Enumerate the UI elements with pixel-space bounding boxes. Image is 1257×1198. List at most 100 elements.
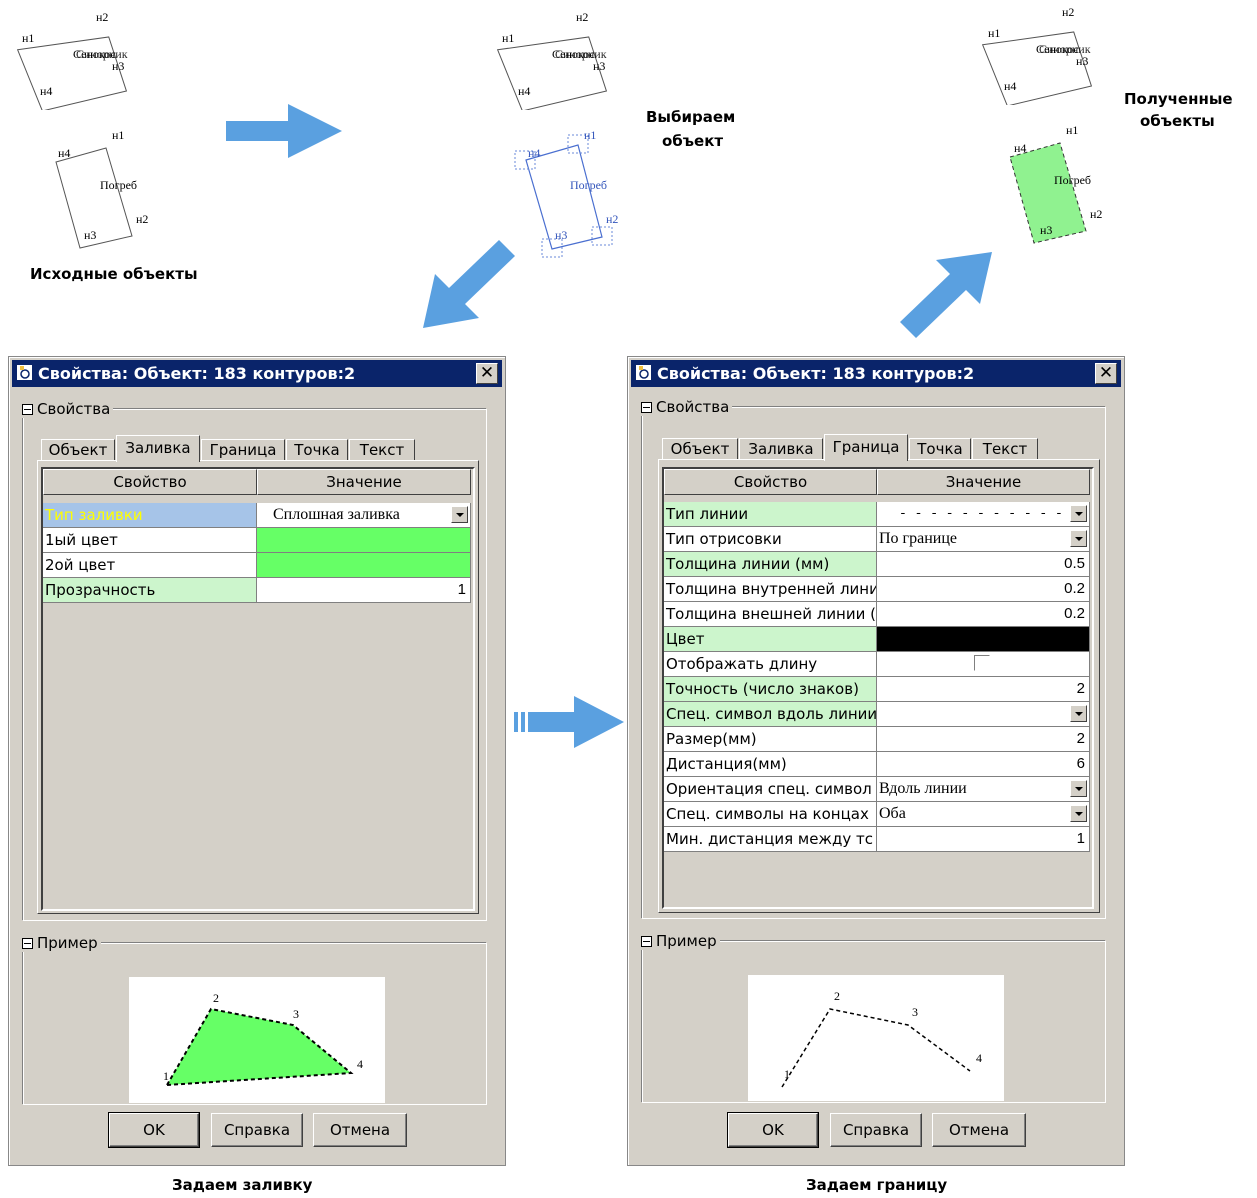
result-cellar-n1: н1 [1066,123,1079,137]
tab-object[interactable]: Объект [662,438,738,460]
prop-name-fill-type[interactable]: Тип заливки [43,503,257,528]
prop-value-end-symbols[interactable]: Оба [877,802,1090,827]
prop-name-color2[interactable]: 2ой цвет [43,553,257,578]
prop-value-line-type[interactable]: - - - - - - - - - - - - [877,502,1090,527]
select-barn-shape [496,36,608,110]
border-example-group-header[interactable]: Пример [641,932,720,950]
prop-value-transparency[interactable]: 1 [257,578,471,603]
prop-name-inner-width[interactable]: Толщина внутренней лини [664,577,877,602]
help-button[interactable]: Справка [211,1113,303,1147]
dropdown-arrow-icon[interactable] [1070,780,1087,797]
prop-value-symbol-orientation[interactable]: Вдоль линии [877,777,1090,802]
prop-value-draw-type[interactable]: По границе [877,527,1090,552]
dropdown-arrow-icon[interactable] [1070,705,1087,722]
arrow-down-left-icon [423,240,515,328]
arrow-right-middle-icon [514,696,624,748]
prop-value-show-length [877,652,1090,677]
collapse-icon[interactable] [22,404,33,415]
prop-name-draw-type[interactable]: Тип отрисовки [664,527,877,552]
fill-dialog-titlebar[interactable]: Свойства: Объект: 183 контуров:2 ✕ [12,360,502,387]
prop-value-special-symbol[interactable] [877,702,1090,727]
tab-fill[interactable]: Заливка [116,435,200,462]
fill-dialog-close-button[interactable]: ✕ [476,363,498,384]
collapse-icon[interactable] [641,402,652,413]
source-cellar-n1: н1 [112,128,125,142]
collapse-icon[interactable] [641,936,652,947]
select-caption-line1: Выбираем [646,108,736,126]
tab-point[interactable]: Точка [286,439,348,461]
prop-name-line-width[interactable]: Толщина линии (мм) [664,552,877,577]
prop-name-precision[interactable]: Точность (число знаков) [664,677,877,702]
prop-value-color-swatch[interactable] [877,627,1090,652]
select-caption-line2: объект [662,132,724,150]
prop-value-min-distance[interactable]: 1 [877,827,1090,852]
dropdown-arrow-icon[interactable] [1070,805,1087,822]
result-cellar-name: Погреб [1054,173,1092,187]
prop-name-symbol-orientation[interactable]: Ориентация спец. символ [664,777,877,802]
border-props-group-header[interactable]: Свойства [641,398,733,416]
col-header-property[interactable]: Свойство [43,469,257,495]
select-barn-n3: н3 [593,59,606,73]
col-header-value[interactable]: Значение [257,469,471,495]
prop-name-min-distance[interactable]: Мин. дистанция между тс [664,827,877,852]
select-barn-n4: н4 [518,84,531,98]
help-button[interactable]: Справка [830,1113,922,1147]
prop-value-line-width[interactable]: 0.5 [877,552,1090,577]
prop-value-color2-swatch[interactable] [257,553,471,578]
dropdown-arrow-icon[interactable] [1070,505,1087,522]
prop-value-inner-width[interactable]: 0.2 [877,577,1090,602]
source-barn-n3: н3 [112,59,125,73]
properties-icon [636,365,651,380]
show-length-checkbox[interactable] [974,655,990,671]
tab-border[interactable]: Граница [201,439,285,461]
source-cellar-n3: н3 [84,228,97,242]
dropdown-arrow-icon[interactable] [451,506,468,523]
col-header-value[interactable]: Значение [877,469,1090,495]
result-barn-n1: н1 [988,26,1001,40]
collapse-icon[interactable] [22,938,33,949]
prop-value-color1-swatch[interactable] [257,528,471,553]
tab-border[interactable]: Граница [824,434,908,461]
border-dialog-close-button[interactable]: ✕ [1095,363,1117,384]
col-header-property[interactable]: Свойство [664,469,877,495]
prop-value-distance[interactable]: 6 [877,752,1090,777]
prop-name-end-symbols[interactable]: Спец. символы на концах [664,802,877,827]
prop-name-special-symbol[interactable]: Спец. символ вдоль линии [664,702,877,727]
tab-text[interactable]: Текст [349,439,415,461]
select-cellar-n3: н3 [555,228,568,242]
dropdown-arrow-icon[interactable] [1070,530,1087,547]
prop-value-precision[interactable]: 2 [877,677,1090,702]
ok-button[interactable]: OK [108,1112,200,1148]
fill-dialog-caption: Задаем заливку [172,1176,313,1194]
source-cellar-name: Погреб [100,178,138,192]
prop-name-distance[interactable]: Дистанция(мм) [664,752,877,777]
prop-name-transparency[interactable]: Прозрачность [43,578,257,603]
tab-object[interactable]: Объект [41,439,115,461]
prop-name-outer-width[interactable]: Толщина внешней линии ( [664,602,877,627]
source-barn-shape [16,36,128,110]
tab-text[interactable]: Текст [972,438,1038,460]
prop-value-fill-type[interactable]: Сплошная заливка [257,503,471,528]
cancel-button[interactable]: Отмена [313,1113,407,1147]
prop-value-size[interactable]: 2 [877,727,1090,752]
prop-name-color1[interactable]: 1ый цвет [43,528,257,553]
preview-point-2: 2 [834,989,840,1003]
fill-preview: 1 2 3 4 [129,977,385,1103]
tab-point[interactable]: Точка [909,438,971,460]
prop-name-size[interactable]: Размер(мм) [664,727,877,752]
fill-props-group-header[interactable]: Свойства [22,400,114,418]
preview-point-1: 1 [163,1069,169,1083]
fill-example-group-header[interactable]: Пример [22,934,101,952]
tab-fill[interactable]: Заливка [739,438,823,460]
ok-button[interactable]: OK [727,1112,819,1148]
prop-name-color[interactable]: Цвет [664,627,877,652]
prop-name-show-length[interactable]: Отображать длину [664,652,877,677]
arrow-right-top-icon [226,104,342,158]
fill-preview-shape [165,1007,354,1087]
preview-point-4: 4 [976,1051,982,1065]
prop-value-outer-width[interactable]: 0.2 [877,602,1090,627]
cancel-button[interactable]: Отмена [932,1113,1026,1147]
select-cellar-n2: н2 [606,212,619,226]
prop-name-line-type[interactable]: Тип линии [664,502,877,527]
border-dialog-titlebar[interactable]: Свойства: Объект: 183 контуров:2 ✕ [631,360,1121,387]
